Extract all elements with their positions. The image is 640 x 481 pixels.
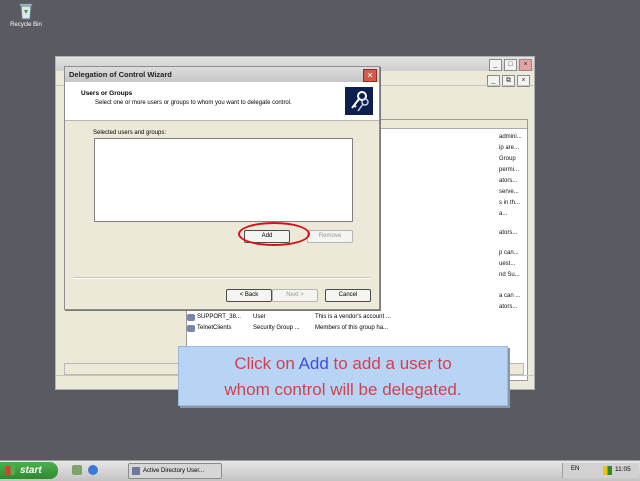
list-item: ip are... (499, 145, 520, 151)
start-button[interactable]: start (0, 462, 58, 479)
highlight-oval (238, 222, 310, 246)
callout-line-1: Click on Add to add a user to (179, 347, 507, 377)
list-item: a can ... (499, 293, 521, 299)
instruction-callout: Click on Add to add a user to whom contr… (178, 346, 508, 406)
list-item: serve... (499, 189, 519, 195)
recycle-bin-icon (16, 2, 36, 20)
next-button[interactable]: Next > (272, 289, 318, 302)
list-item: admini... (499, 134, 522, 140)
windows-logo-icon (6, 466, 15, 475)
wizard-header: Users or Groups Select one or more users… (65, 82, 379, 121)
internet-explorer-icon[interactable] (88, 465, 98, 475)
system-tray: EN 11:05 (562, 463, 639, 478)
list-item: ators... (499, 230, 518, 236)
selected-users-label: Selected users and groups: (93, 130, 167, 136)
close-button[interactable]: × (519, 59, 532, 71)
list-item: Group (499, 156, 516, 162)
dialog-title: Delegation of Control Wizard (69, 70, 172, 79)
table-row[interactable]: SUPPORT_38... User This is a vendor's ac… (187, 314, 527, 324)
selected-users-listbox[interactable] (94, 138, 353, 222)
list-item: nd Su... (499, 272, 520, 278)
keys-icon (345, 87, 373, 115)
minimize-button[interactable]: _ (489, 59, 502, 71)
callout-line-2: whom control will be delegated. (224, 380, 462, 399)
tray-icon[interactable] (603, 466, 612, 475)
clock[interactable]: 11:05 (615, 466, 631, 473)
show-desktop-icon[interactable] (72, 465, 82, 475)
dialog-titlebar: Delegation of Control Wizard (65, 67, 379, 82)
list-item: uest... (499, 261, 516, 267)
remove-button[interactable]: Remove (307, 230, 353, 243)
dialog-close-button[interactable]: ✕ (363, 69, 377, 82)
language-indicator[interactable]: EN (571, 466, 579, 472)
dialog-separator (73, 277, 371, 279)
list-item: ators... (499, 304, 518, 310)
back-button[interactable]: < Back (226, 289, 272, 302)
start-label: start (20, 465, 42, 476)
callout-text-after: to add a user to (328, 354, 452, 373)
taskbar-button-label: Active Directory User... (143, 468, 205, 474)
window-controls: _ □ × (489, 59, 532, 71)
list-item: p can... (499, 250, 519, 256)
list-item: ators... (499, 178, 518, 184)
maximize-button[interactable]: □ (504, 59, 517, 71)
delegation-wizard-dialog: Delegation of Control Wizard ✕ Users or … (64, 66, 380, 310)
header-title: Users or Groups (81, 90, 133, 97)
list-item: s in th... (499, 200, 521, 206)
list-item: permi... (499, 167, 520, 173)
recycle-bin-desktop-icon[interactable]: Recycle Bin (6, 2, 46, 28)
user-icon (187, 314, 195, 321)
header-subtitle: Select one or more users or groups to wh… (95, 100, 292, 106)
callout-text-before: Click on (234, 354, 299, 373)
cancel-button[interactable]: Cancel (325, 289, 371, 302)
list-item: a... (499, 211, 508, 217)
taskbar-button-active-directory[interactable]: Active Directory User... (128, 463, 222, 479)
callout-highlight: Add (298, 354, 329, 373)
table-row[interactable]: TelnetClients Security Group ... Members… (187, 325, 527, 335)
recycle-bin-label: Recycle Bin (10, 22, 42, 28)
group-icon (187, 325, 195, 332)
taskbar: start Active Directory User... EN 11:05 (0, 460, 640, 481)
active-directory-icon (132, 467, 140, 475)
